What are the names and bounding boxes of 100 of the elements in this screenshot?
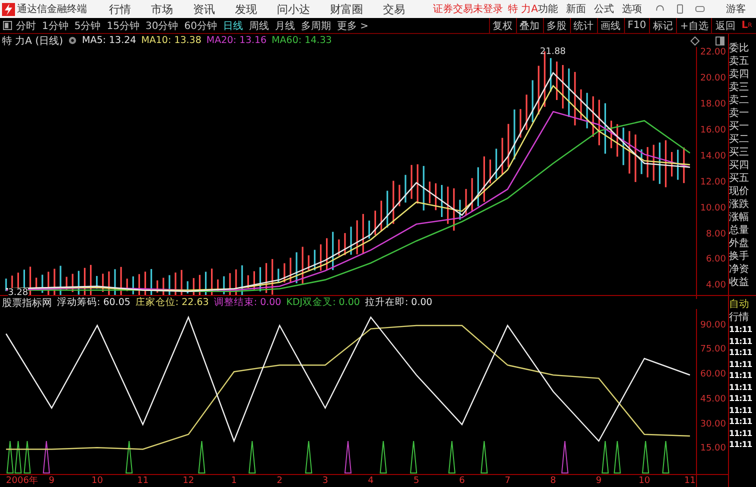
time-axis-label: 3 (322, 475, 328, 487)
menu-item[interactable]: 问小达 (277, 2, 310, 16)
trade-time: 11:11 (729, 324, 753, 336)
panel-toggle-icon[interactable] (3, 21, 12, 30)
indicator-axis-label: 15.00 (700, 444, 726, 455)
time-axis-label: 2 (276, 475, 282, 487)
indicator-value: 浮动筹码: 60.05 (57, 296, 130, 309)
high-price-label: 21.88 (540, 47, 566, 57)
side-mark[interactable]: L (741, 20, 748, 31)
price-axis-label: 10.00 (700, 203, 726, 214)
tool-button[interactable]: +自选 (676, 18, 712, 33)
menu-item[interactable]: 公式 (594, 2, 614, 16)
price-axis-label: 4.00 (706, 280, 726, 292)
time-axis-label: 10 (92, 475, 103, 487)
indicator-axis-label: 90.00 (700, 320, 726, 331)
low-price-label: 3.28 (8, 288, 28, 298)
period-tab[interactable]: 60分钟 (184, 18, 217, 32)
trade-time: 11:11 (729, 347, 753, 358)
settings-icon[interactable] (68, 36, 78, 45)
quote-field-label: 买二 (729, 133, 750, 146)
quote-field-label: 买三 (729, 146, 750, 159)
menu-item[interactable]: 选项 (622, 2, 642, 16)
quote-field-label: 净资 (729, 263, 750, 276)
trade-time: 11:11 (729, 370, 753, 382)
diamond-icon[interactable] (690, 36, 700, 46)
message-icon[interactable] (695, 4, 706, 14)
menu-item[interactable]: 资讯 (193, 2, 215, 16)
period-tab[interactable]: 分时 (16, 18, 36, 32)
quote-field-label: 委比 (729, 42, 750, 55)
indicator-value: 调整结束: 0.00 (214, 296, 282, 309)
price-axis-label: 22.00 (700, 48, 726, 59)
quote-field-label: 总量 (729, 224, 750, 237)
trade-time: 11:11 (729, 336, 753, 347)
moving-average-label: MA10: 13.38 (141, 35, 202, 46)
stock-name: 特 力A (508, 2, 538, 16)
period-tab[interactable]: 更多 > (336, 18, 369, 32)
period-tab[interactable]: 5分钟 (74, 18, 101, 32)
trade-time: 11:11 (729, 416, 753, 428)
trade-time: 11:11 (729, 404, 753, 416)
time-axis-label: 10 (638, 475, 650, 487)
quote-field-label: 卖一 (729, 107, 750, 120)
menu-item[interactable]: 交易 (383, 2, 405, 16)
menu-item[interactable]: 功能 (538, 2, 558, 16)
time-axis-label: 11 (137, 475, 149, 487)
indicator-axis-label: 45.00 (700, 394, 726, 406)
indicator-title: 股票指标网 (2, 296, 52, 310)
trade-time: 11:11 (729, 358, 753, 370)
period-tab[interactable]: 周线 (248, 18, 269, 32)
quote-field-label: 买五 (729, 172, 750, 185)
indicator-value: KDJ双金叉: 0.00 (286, 296, 360, 309)
quote-field-label: 卖五 (729, 55, 750, 68)
price-axis-label: 14.00 (700, 151, 726, 162)
quote-field-label: 换手 (729, 250, 750, 263)
quote-field-label: 涨幅 (729, 211, 750, 224)
menu-item[interactable]: 发现 (235, 2, 257, 16)
quote-field-label: 收益 (729, 276, 750, 289)
auto-mode-label[interactable]: 自动 (729, 298, 756, 311)
time-axis-label: 1 (231, 475, 237, 487)
moving-average-label: MA20: 13.16 (206, 35, 267, 46)
trade-time: 11:11 (729, 439, 753, 450)
indicator-value: 庄家仓位: 22.63 (135, 296, 209, 309)
time-axis-label: 2006年 (6, 475, 38, 487)
indicator-value: 拉升在即: 0.00 (364, 296, 432, 309)
user-label[interactable]: 游客 (726, 2, 746, 16)
time-axis-label: 12 (182, 475, 194, 487)
period-tab[interactable]: 日线 (222, 18, 243, 32)
period-tab[interactable]: 1分钟 (42, 18, 68, 32)
indicator-axis-label: 75.00 (700, 344, 726, 356)
period-tab[interactable]: 月线 (274, 18, 295, 32)
indicator-axis-label: 30.00 (700, 419, 726, 430)
trade-time: 11:11 (729, 393, 753, 404)
trade-time: 11:11 (729, 428, 753, 439)
menu-item[interactable]: 财富圈 (330, 2, 363, 16)
quote-field-label: 现价 (729, 185, 750, 198)
period-tab[interactable]: 多周期 (300, 18, 331, 32)
login-notice[interactable]: 证券交易未登录 (433, 2, 503, 16)
time-axis-label: 8 (550, 475, 556, 487)
menu-item[interactable]: 市场 (151, 2, 173, 16)
moving-average-label: MA60: 14.33 (272, 35, 332, 46)
time-axis-label: 6 (459, 475, 465, 487)
menu-item[interactable]: 行情 (109, 2, 131, 16)
app-title: 通达信金融终端 (17, 2, 87, 16)
moving-average-label: MA5: 13.24 (82, 35, 136, 46)
menu-item[interactable]: 新面 (566, 2, 586, 16)
price-axis-label: 12.00 (700, 177, 726, 188)
time-axis-label: 5 (414, 475, 420, 487)
period-tab[interactable]: 15分钟 (106, 18, 140, 32)
quote-tab[interactable]: 行情 (729, 311, 756, 324)
chart-title: 特 力A (日线) (2, 34, 64, 48)
phone-icon[interactable] (675, 4, 686, 14)
quote-field-label: 涨跌 (729, 198, 750, 211)
price-axis-label: 16.00 (700, 126, 726, 137)
period-tab[interactable]: 30分钟 (145, 18, 178, 32)
price-axis-label: 18.00 (700, 100, 726, 111)
time-axis-label: 7 (504, 475, 510, 487)
time-axis-label: 9 (48, 475, 54, 487)
price-axis-label: 6.00 (706, 254, 726, 266)
window-icon[interactable] (715, 36, 725, 46)
price-axis-label: 8.00 (706, 229, 726, 240)
time-axis-label: 9 (596, 475, 602, 487)
